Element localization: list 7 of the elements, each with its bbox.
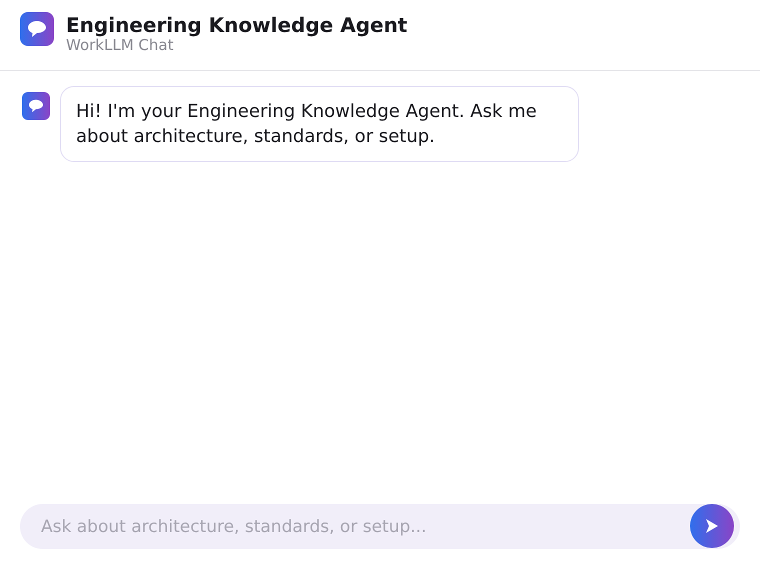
message-bubble: Hi! I'm your Engineering Knowledge Agent. Ask me about architecture, standards, or setup.: [60, 86, 579, 162]
app-title: Engineering Knowledge Agent: [66, 13, 408, 37]
chat-bubble-icon: [22, 92, 50, 120]
chat-bubble-icon: [20, 12, 54, 46]
send-icon: [705, 518, 719, 534]
app-subtitle: WorkLLM Chat: [66, 37, 174, 54]
message-field[interactable]: Ask about architecture, standards, or setup...: [20, 504, 740, 549]
